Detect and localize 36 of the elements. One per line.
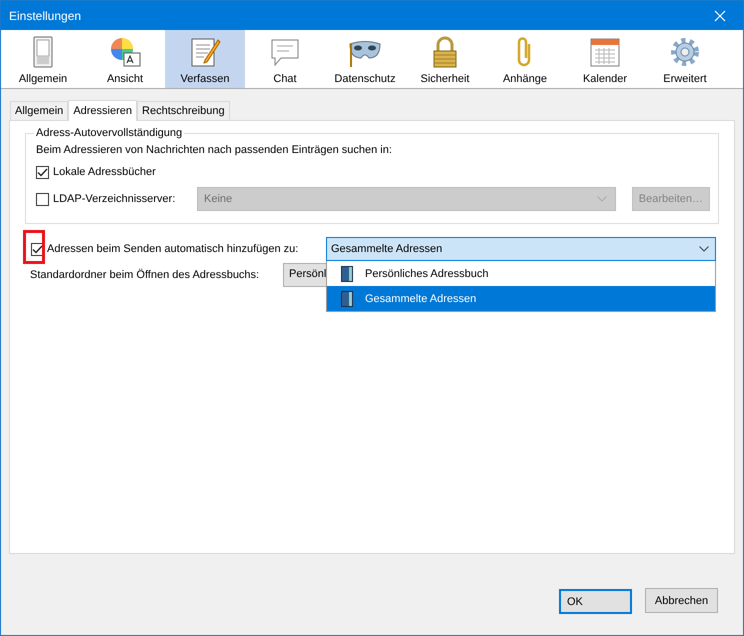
toolbar-button[interactable]: Chat bbox=[245, 30, 325, 88]
field-label: Standardordner beim Öffnen des Adressbuchs: bbox=[30, 269, 260, 281]
dialog-button[interactable]: OK bbox=[559, 589, 632, 614]
folder-select[interactable]: Persönl bbox=[283, 263, 326, 287]
toolbar-button[interactable]: Erweitert bbox=[645, 30, 725, 88]
toolbar-button[interactable]: Anhänge bbox=[485, 30, 565, 88]
dialog-button[interactable]: Abbrechen bbox=[645, 588, 718, 613]
toolbar-button[interactable]: Sicherheit bbox=[405, 30, 485, 88]
dropdown-option[interactable]: Gesammelte Adressen bbox=[327, 286, 715, 311]
checkbox-label: LDAP-Verzeichnisserver: bbox=[53, 193, 176, 205]
checkbox[interactable] bbox=[36, 166, 49, 178]
gear-icon bbox=[669, 36, 701, 68]
checkbox[interactable] bbox=[36, 192, 49, 206]
description-text: Beim Adressieren von Nachrichten nach passenden Einträgen suchen in: bbox=[36, 144, 393, 156]
tab[interactable]: Adressieren bbox=[68, 100, 138, 121]
color-wheel-icon bbox=[109, 36, 141, 68]
toolbar-button[interactable]: Allgemein bbox=[1, 30, 85, 88]
toolbar-button[interactable]: Kalender bbox=[565, 30, 645, 88]
chevron-down-icon bbox=[596, 196, 607, 202]
tab[interactable]: Rechtschreibung bbox=[137, 101, 230, 120]
book-icon bbox=[341, 290, 353, 306]
checkbox-label: Lokale Adressbücher bbox=[53, 166, 156, 178]
book-icon bbox=[341, 266, 353, 282]
toolbar-button[interactable]: Datenschutz bbox=[325, 30, 405, 88]
toolbar-button[interactable]: Ansicht bbox=[85, 30, 165, 88]
checkbox-label: Adressen beim Senden automatisch hinzufügen zu: bbox=[47, 243, 300, 255]
tab[interactable]: Allgemein bbox=[10, 101, 68, 120]
window-title: Einstellungen bbox=[9, 8, 82, 22]
dropdown-option[interactable]: Persönliches Adressbuch bbox=[327, 261, 715, 286]
address-book-select[interactable]: Gesammelte Adressen bbox=[326, 237, 716, 261]
chevron-down-icon bbox=[699, 246, 709, 252]
toolbar-button[interactable]: Verfassen bbox=[165, 30, 245, 88]
notepad-pencil-icon bbox=[189, 36, 221, 68]
group-title: Adress-Autovervollständigung bbox=[34, 127, 184, 139]
calendar-icon bbox=[589, 36, 621, 68]
close-icon bbox=[714, 10, 726, 22]
